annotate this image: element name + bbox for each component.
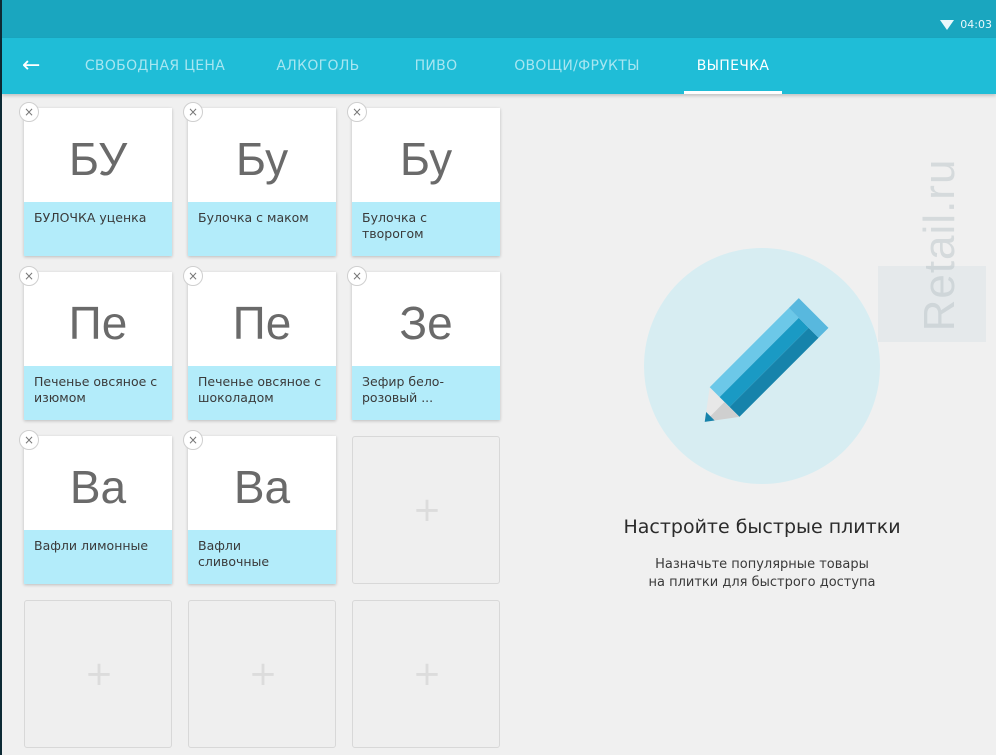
tile-label: БУЛОЧКА уценка: [34, 210, 147, 225]
empty-state-subtitle-line: Назначьте популярные товары: [655, 557, 869, 572]
tile-label: Печенье овсяное с изюмом: [34, 374, 158, 405]
tile-vafli-slivochnye[interactable]: Ва Вафли сливочные: [188, 436, 336, 584]
pencil-icon: [704, 298, 829, 422]
remove-tile-button[interactable]: ×: [183, 102, 203, 122]
tile-abbreviation: БУ: [68, 133, 128, 185]
tile-bulochka-s-makom[interactable]: Бу Булочка с маком: [188, 108, 336, 256]
tile-pechenye-izyum[interactable]: Пе Печенье овсяное с изюмом: [24, 272, 172, 420]
remove-tile-button[interactable]: ×: [347, 266, 367, 286]
tile-abbreviation: Зе: [399, 297, 453, 349]
tile-abbreviation: Пе: [232, 297, 292, 349]
status-time: 04:03: [960, 18, 992, 31]
plus-icon: +: [84, 654, 114, 694]
tab-free-price[interactable]: СВОБОДНАЯ ЦЕНА: [80, 38, 230, 94]
close-icon: ×: [187, 105, 199, 119]
status-bar: 04:03: [2, 0, 996, 38]
tile-pechenye-shokolad[interactable]: Пе Печенье овсяное с шоколадом: [188, 272, 336, 420]
tile-abbreviation: Бу: [235, 133, 289, 185]
empty-state-subtitle-line: на плитки для быстрого доступа: [648, 575, 876, 590]
remove-tile-button[interactable]: ×: [19, 430, 39, 450]
category-toolbar: ← СВОБОДНАЯ ЦЕНА АЛКОГОЛЬ ПИВО ОВОЩИ/ФРУ…: [2, 38, 996, 94]
add-tile-button[interactable]: +: [352, 436, 500, 584]
add-tile-button[interactable]: +: [352, 600, 500, 748]
close-icon: ×: [187, 269, 199, 283]
tile-abbreviation: Бу: [399, 133, 453, 185]
empty-state-illustration: [644, 248, 880, 484]
tile-bulochka-s-tvorogom[interactable]: Бу Булочка с творогом: [352, 108, 500, 256]
plus-icon: +: [412, 654, 442, 694]
close-icon: ×: [351, 105, 363, 119]
remove-tile-button[interactable]: ×: [183, 266, 203, 286]
back-button[interactable]: ←: [22, 52, 52, 80]
plus-icon: +: [248, 654, 278, 694]
close-icon: ×: [23, 105, 35, 119]
tile-label: Булочка с творогом: [362, 210, 428, 241]
tile-abbreviation: Ва: [69, 461, 127, 513]
tile-label: Печенье овсяное с шоколадом: [198, 374, 322, 405]
close-icon: ×: [23, 433, 35, 447]
tab-bakery[interactable]: ВЫПЕЧКА: [684, 38, 782, 94]
tile-zefir[interactable]: Зе Зефир бело-розовый ...: [352, 272, 500, 420]
add-tile-button[interactable]: +: [24, 600, 172, 748]
tile-vafli-limonnye[interactable]: Ва Вафли лимонные: [24, 436, 172, 584]
close-icon: ×: [23, 269, 35, 283]
tile-label: Вафли лимонные: [34, 538, 149, 553]
tile-abbreviation: Ва: [233, 461, 291, 513]
close-icon: ×: [187, 433, 199, 447]
close-icon: ×: [351, 269, 363, 283]
tile-abbreviation: Пе: [68, 297, 128, 349]
remove-tile-button[interactable]: ×: [347, 102, 367, 122]
watermark: Retail.ru: [878, 120, 986, 344]
tab-beer[interactable]: ПИВО: [404, 38, 468, 94]
tile-label: Булочка с маком: [198, 210, 309, 225]
remove-tile-button[interactable]: ×: [183, 430, 203, 450]
tile-label: Вафли сливочные: [198, 538, 270, 569]
tab-alcohol[interactable]: АЛКОГОЛЬ: [270, 38, 366, 94]
add-tile-button[interactable]: +: [188, 600, 336, 748]
empty-state-subtitle: Назначьте популярные товары на плитки дл…: [560, 556, 964, 592]
remove-tile-button[interactable]: ×: [19, 266, 39, 286]
tile-label: Зефир бело-розовый ...: [362, 374, 444, 405]
tile-bulochka-utsenka[interactable]: БУ БУЛОЧКА уценка: [24, 108, 172, 256]
tab-vegetables-fruits[interactable]: ОВОЩИ/ФРУКТЫ: [508, 38, 646, 94]
plus-icon: +: [412, 490, 442, 530]
watermark-text: Retail.ru: [915, 158, 964, 332]
arrow-left-icon: ←: [22, 53, 41, 78]
wifi-icon: [940, 19, 955, 30]
remove-tile-button[interactable]: ×: [19, 102, 39, 122]
empty-state-title: Настройте быстрые плитки: [623, 516, 901, 538]
